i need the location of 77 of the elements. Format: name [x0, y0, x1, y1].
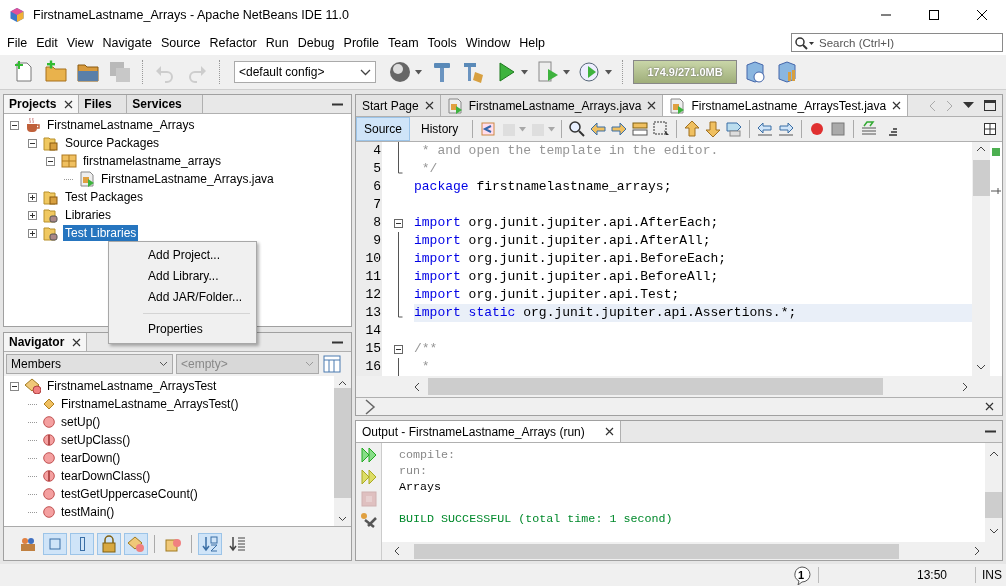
line-number: 10 [365, 251, 381, 266]
editor-tab[interactable]: FirstnameLastname_ArraysTest.java [663, 95, 909, 116]
code-line: import static org.junit.jupiter.api.Assertions.*; [414, 305, 797, 320]
clock-time: 13:50 [916, 568, 947, 582]
line-number: 9 [373, 233, 381, 248]
panel-tab[interactable]: Files [79, 95, 128, 113]
panel-tab[interactable]: Services [127, 95, 204, 113]
tree-item[interactable]: FirstnameLastname_Arrays [45, 117, 197, 133]
tree-item[interactable]: Test Libraries [63, 225, 139, 241]
menu-item[interactable]: Navigate [97, 32, 156, 53]
tree-item[interactable]: FirstnameLastname_ArraysTest [45, 378, 219, 394]
menu-item[interactable]: Help [514, 32, 549, 53]
tree-item[interactable]: setUp() [59, 414, 103, 430]
editor-tab[interactable]: FirstnameLastname_Arrays.java [440, 95, 664, 116]
tree-item[interactable]: Source Packages [63, 135, 162, 151]
menu-item[interactable]: File [2, 32, 32, 53]
tree-item[interactable]: firstnamelastname_arrays [81, 153, 224, 169]
code-line: */ [420, 161, 438, 176]
menu-item[interactable]: View [61, 32, 98, 53]
line-number: 7 [373, 197, 381, 212]
code-line: * [420, 359, 430, 374]
tree-item[interactable]: Test Packages [63, 189, 146, 205]
line-number: 6 [373, 179, 381, 194]
panel-tab[interactable]: Output - FirstnameLastname_Arrays (run) [356, 421, 621, 442]
menu-item[interactable]: Run [260, 32, 293, 53]
line-number: 13 [365, 305, 381, 320]
window-title: FirstnameLastname_Arrays - Apache NetBeans IDE 11.0 [33, 8, 350, 22]
output-line: compile: [399, 448, 456, 462]
code-line: import org.junit.jupiter.api.AfterAll; [414, 233, 711, 248]
tree-item[interactable]: Libraries [63, 207, 114, 223]
line-number: 5 [373, 161, 381, 176]
tree-item[interactable]: tearDown() [59, 450, 123, 466]
tree-item[interactable]: testMain() [59, 504, 117, 520]
menu-item[interactable]: Refactor [204, 32, 261, 53]
tree-item[interactable]: tearDownClass() [59, 468, 153, 484]
search-field[interactable]: Search (Ctrl+I) [791, 33, 1003, 52]
menu-item[interactable]: Tools [422, 32, 461, 53]
menu-item[interactable]: Window [460, 32, 515, 53]
view-tab[interactable]: History [413, 117, 467, 141]
menu-item[interactable]: Profile [338, 32, 383, 53]
code-line: * and open the template in the editor. [420, 143, 719, 158]
tree-item[interactable]: testGetUppercaseCount() [59, 486, 200, 502]
code-line: import org.junit.jupiter.api.BeforeAll; [414, 269, 719, 284]
config-dropdown[interactable]: <default config> [234, 61, 376, 83]
insert-mode: INS [982, 568, 1002, 582]
menu-item[interactable]: Add Project... [111, 245, 254, 266]
tree-item[interactable]: FirstnameLastname_ArraysTest() [59, 396, 241, 412]
output-line: Arrays [399, 480, 442, 494]
tree-item[interactable]: FirstnameLastname_Arrays.java [99, 171, 276, 187]
line-number: 12 [365, 287, 381, 302]
line-number: 4 [373, 143, 381, 158]
notification-button[interactable]: 1 [791, 565, 812, 585]
code-line: /** [414, 341, 438, 356]
code-line: import org.junit.jupiter.api.AfterEach; [414, 215, 719, 230]
line-number: 8 [373, 215, 381, 230]
line-number: 15 [365, 341, 381, 356]
editor-tab[interactable]: Start Page [356, 95, 441, 116]
output-line: run: [399, 464, 428, 478]
code-line: import org.junit.jupiter.api.Test; [414, 287, 680, 302]
line-number: 14 [365, 323, 381, 338]
menu-item[interactable]: Add JAR/Folder... [111, 287, 254, 308]
line-number: 16 [365, 359, 381, 374]
output-line: BUILD SUCCESSFUL (total time: 1 second) [399, 512, 673, 526]
menu-item[interactable]: Source [155, 32, 205, 53]
view-tab[interactable]: Source [356, 117, 411, 141]
line-number: 11 [365, 269, 381, 284]
tree-item[interactable]: setUpClass() [59, 432, 133, 448]
panel-tab[interactable]: Projects [4, 95, 80, 113]
panel-tab[interactable]: Navigator [4, 333, 88, 351]
code-line: import org.junit.jupiter.api.BeforeEach; [414, 251, 727, 266]
menu-item[interactable]: Properties [111, 319, 254, 340]
members-dropdown[interactable]: Members [6, 354, 173, 374]
menu-item[interactable]: Edit [31, 32, 62, 53]
menu-item[interactable]: Debug [292, 32, 339, 53]
code-line: package firstnamelastname_arrays; [414, 179, 672, 194]
menu-item[interactable]: Team [383, 32, 423, 53]
menu-item[interactable]: Add Library... [111, 266, 254, 287]
